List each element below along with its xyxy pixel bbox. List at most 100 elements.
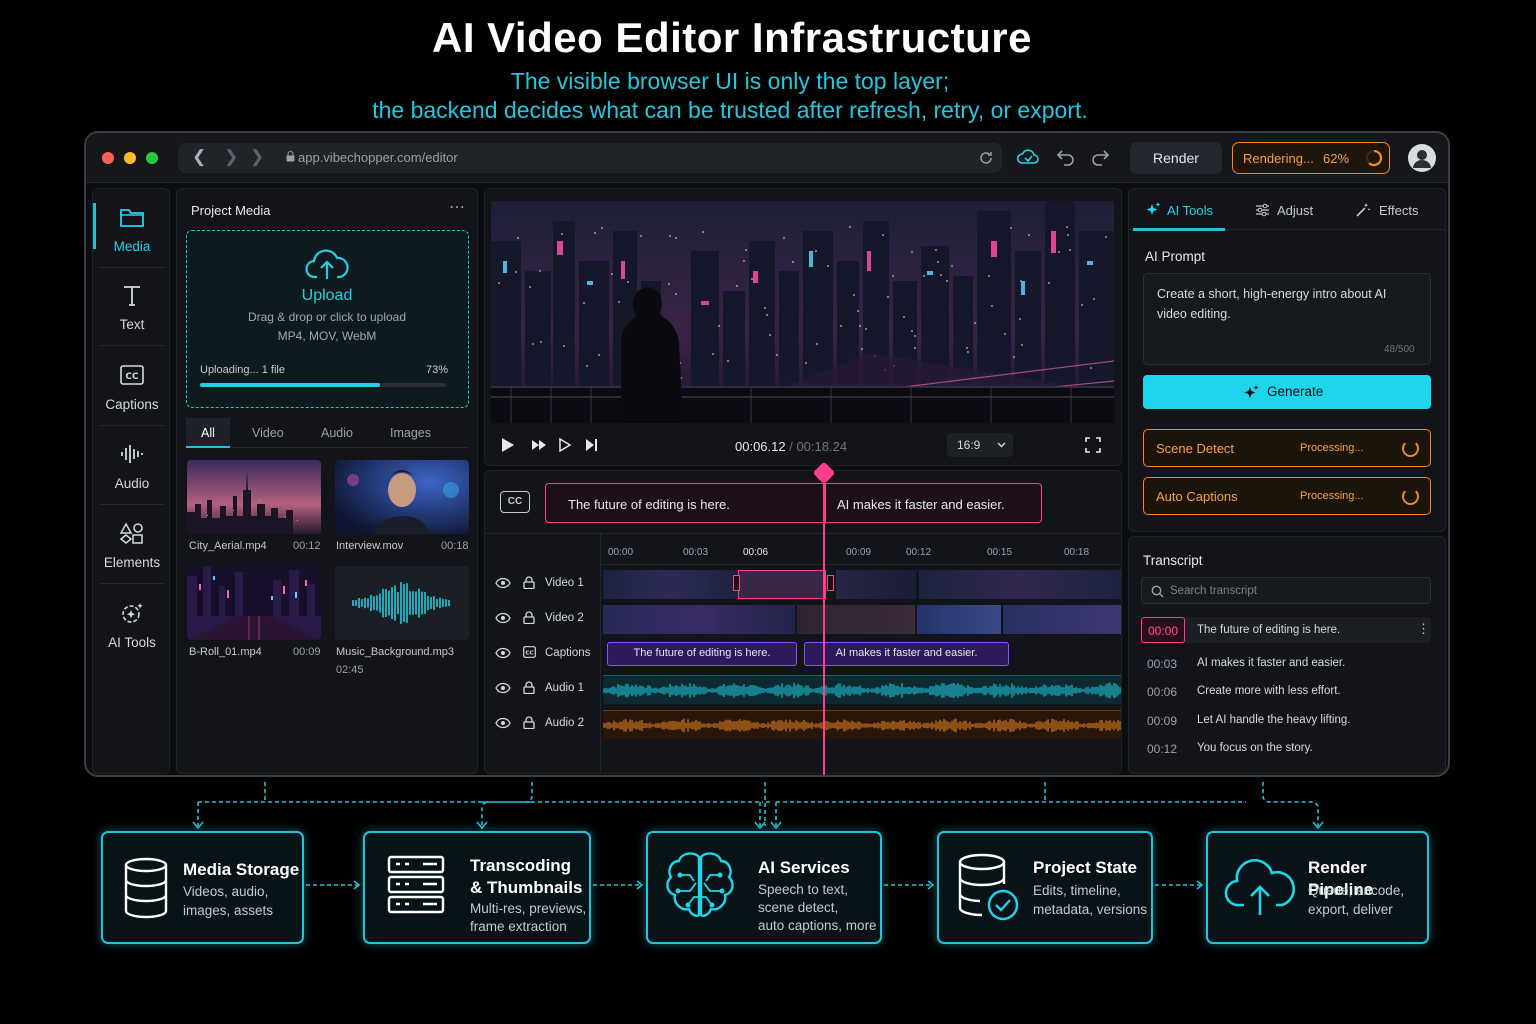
caption-clip[interactable]: The future of editing is here. bbox=[607, 642, 797, 666]
cyberpunk-city-scene bbox=[491, 201, 1114, 423]
video-clip[interactable] bbox=[1003, 605, 1121, 634]
caption-preview-strip[interactable]: The future of editing is here. AI makes … bbox=[545, 483, 1042, 523]
transcript-search-input[interactable]: Search transcript bbox=[1141, 577, 1431, 604]
video-clip[interactable] bbox=[603, 570, 738, 599]
transcript-row[interactable]: 00:06 Create more with less effort. bbox=[1141, 678, 1431, 704]
cc-icon: CC bbox=[120, 365, 144, 385]
back-icon[interactable]: ❮ bbox=[192, 147, 206, 167]
row-menu-icon[interactable]: ⋮ bbox=[1417, 621, 1430, 637]
avatar[interactable] bbox=[1408, 144, 1436, 172]
lock-icon[interactable] bbox=[523, 576, 535, 589]
fullscreen-icon[interactable] bbox=[1085, 437, 1101, 453]
media-thumbnail-music[interactable] bbox=[335, 566, 469, 640]
window-light bbox=[903, 316, 905, 318]
tab-effects[interactable]: Effects bbox=[1379, 203, 1419, 218]
fast-forward-icon[interactable] bbox=[531, 439, 547, 451]
reload-icon[interactable] bbox=[978, 150, 994, 166]
media-thumbnail-b-roll[interactable] bbox=[187, 566, 321, 640]
cloud-sync-icon[interactable] bbox=[1016, 147, 1040, 167]
rail-item-ai-tools[interactable]: AI Tools bbox=[93, 585, 171, 663]
node-title: AI Services bbox=[758, 858, 850, 877]
transcript-row[interactable]: 00:03 AI makes it faster and easier. bbox=[1141, 650, 1431, 676]
caption-clip[interactable]: AI makes it faster and easier. bbox=[804, 642, 1009, 666]
tab-images[interactable]: Images bbox=[390, 426, 431, 440]
clip-trim-handle-left[interactable] bbox=[733, 575, 740, 591]
total-time: 00:18.24 bbox=[796, 439, 848, 454]
forward-icon-2[interactable]: ❯ bbox=[250, 147, 264, 167]
selected-video-clip[interactable] bbox=[738, 570, 826, 599]
video-preview-frame[interactable] bbox=[491, 201, 1114, 423]
audio-clip[interactable] bbox=[603, 710, 1121, 739]
window-maximize-button[interactable] bbox=[146, 152, 158, 164]
address-bar[interactable]: ❮ ❯ ❯ app.vibechopper.com/editor bbox=[178, 143, 1002, 173]
lock-icon[interactable] bbox=[523, 611, 535, 624]
more-options-icon[interactable]: ⋯ bbox=[449, 197, 465, 217]
transcript-row[interactable]: 00:00 The future of editing is here. ⋮ bbox=[1141, 617, 1431, 643]
transcript-text: Create more with less effort. bbox=[1197, 685, 1341, 697]
rail-item-media[interactable]: Media bbox=[93, 189, 171, 267]
video-clip[interactable] bbox=[919, 570, 1121, 599]
track-video-2: Video 2 bbox=[485, 602, 1121, 637]
undo-icon[interactable] bbox=[1056, 147, 1076, 167]
window-light bbox=[1105, 236, 1107, 238]
media-thumbnail-interview[interactable] bbox=[335, 460, 469, 534]
eye-icon[interactable] bbox=[495, 647, 511, 659]
lock-icon[interactable] bbox=[523, 716, 535, 729]
media-duration: 00:18 bbox=[441, 540, 469, 552]
window-close-button[interactable] bbox=[102, 152, 114, 164]
eye-icon[interactable] bbox=[495, 577, 511, 589]
rail-item-text[interactable]: Text bbox=[93, 267, 171, 345]
tab-audio[interactable]: Audio bbox=[321, 426, 353, 440]
tab-adjust[interactable]: Adjust bbox=[1277, 203, 1313, 218]
upload-dropzone[interactable]: Upload Drag & drop or click to upload MP… bbox=[186, 230, 469, 408]
cc-icon[interactable]: CC bbox=[523, 646, 536, 658]
tab-ai-tools[interactable]: AI Tools bbox=[1167, 203, 1213, 218]
rail-item-audio[interactable]: Audio bbox=[93, 426, 171, 504]
node-desc: Edits, timeline, bbox=[1033, 883, 1121, 898]
video-clip[interactable] bbox=[917, 605, 1001, 634]
aspect-ratio-select[interactable]: 16:9 bbox=[947, 433, 1013, 457]
media-thumbnail-city-aerial[interactable] bbox=[187, 460, 321, 534]
window-light bbox=[736, 285, 738, 287]
play-icon[interactable] bbox=[501, 437, 515, 453]
window-minimize-button[interactable] bbox=[124, 152, 136, 164]
window-light bbox=[937, 261, 939, 263]
render-button[interactable]: Render bbox=[1130, 142, 1222, 174]
playhead[interactable] bbox=[823, 471, 825, 775]
transcript-panel: Transcript Search transcript 00:00 The f… bbox=[1128, 536, 1446, 774]
transcript-row[interactable]: 00:09 Let AI handle the heavy lifting. bbox=[1141, 707, 1431, 733]
window-light bbox=[751, 278, 753, 280]
eye-icon[interactable] bbox=[495, 717, 511, 729]
transcript-time: 00:00 bbox=[1141, 617, 1185, 643]
video-clip[interactable] bbox=[797, 605, 915, 634]
spinner-icon bbox=[1402, 488, 1419, 505]
job-scene-detect[interactable]: Scene Detect Processing... bbox=[1143, 429, 1431, 467]
generate-button[interactable]: Generate bbox=[1143, 375, 1431, 409]
forward-icon[interactable]: ❯ bbox=[224, 147, 238, 167]
video-clip[interactable] bbox=[836, 570, 916, 599]
skip-end-icon[interactable] bbox=[585, 438, 598, 452]
node-ai-services: AI Services Speech to text, scene detect… bbox=[646, 831, 882, 944]
timeline-panel: CC The future of editing is here. AI mak… bbox=[484, 461, 1122, 775]
url-text[interactable]: app.vibechopper.com/editor bbox=[298, 150, 458, 165]
job-auto-captions[interactable]: Auto Captions Processing... bbox=[1143, 477, 1431, 515]
window-light bbox=[563, 345, 565, 347]
step-forward-icon[interactable] bbox=[559, 438, 572, 452]
eye-icon[interactable] bbox=[495, 612, 511, 624]
transcript-row[interactable]: 00:12 You focus on the story. bbox=[1141, 735, 1431, 761]
tab-video[interactable]: Video bbox=[252, 426, 284, 440]
rail-item-elements[interactable]: Elements bbox=[93, 505, 171, 583]
media-duration: 00:12 bbox=[293, 540, 321, 552]
tab-all[interactable]: All bbox=[186, 418, 230, 448]
clip-trim-handle-right[interactable] bbox=[827, 575, 834, 591]
audio-clip[interactable] bbox=[603, 675, 1121, 704]
eye-icon[interactable] bbox=[495, 682, 511, 694]
window-light bbox=[974, 322, 976, 324]
redo-icon[interactable] bbox=[1090, 147, 1110, 167]
timeline-ruler[interactable]: 00:00 00:03 00:06 00:09 00:12 00:15 00:1… bbox=[601, 543, 1121, 565]
node-title: Media Storage bbox=[183, 860, 300, 879]
ai-prompt-input[interactable]: Create a short, high-energy intro about … bbox=[1143, 273, 1431, 365]
rail-item-captions[interactable]: CC Captions bbox=[93, 347, 171, 425]
lock-icon[interactable] bbox=[523, 681, 535, 694]
video-clip[interactable] bbox=[603, 605, 795, 634]
